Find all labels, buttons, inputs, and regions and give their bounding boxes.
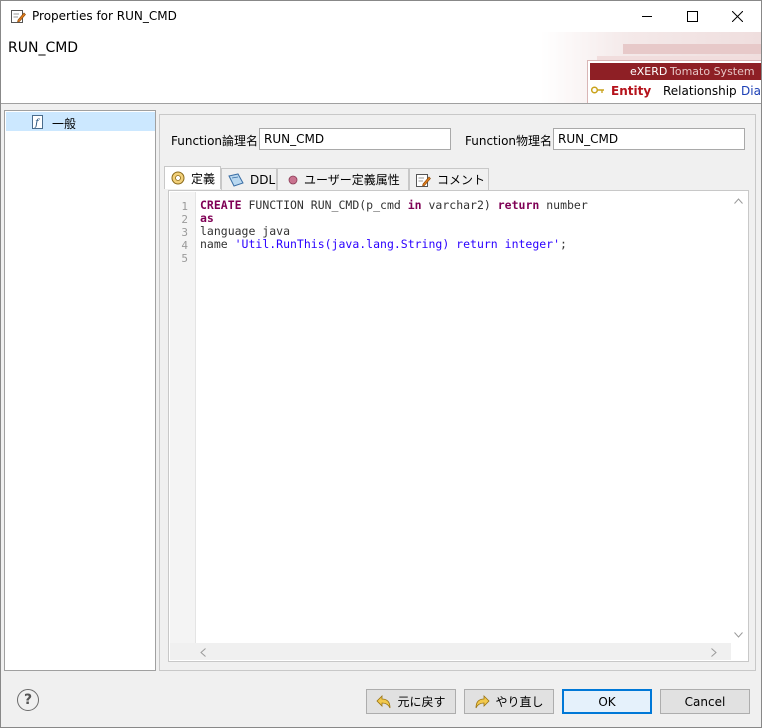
code-line: language java xyxy=(200,224,291,238)
brand-name: eXERD xyxy=(630,65,668,78)
line-number: 2 xyxy=(181,213,188,226)
code-line: name 'Util.RunThis(java.lang.String) ret… xyxy=(200,237,567,251)
help-button[interactable]: ? xyxy=(17,689,39,711)
undo-icon xyxy=(376,694,392,709)
comment-icon xyxy=(416,173,431,187)
cancel-button[interactable]: Cancel xyxy=(660,689,750,714)
line-number-gutter: 1 2 3 4 5 xyxy=(170,192,196,644)
code-line: as xyxy=(200,211,214,225)
ddl-icon xyxy=(228,172,244,187)
sql-editor[interactable]: 1 2 3 4 5 CREATE FUNCTION RUN_CMD(p_cmd … xyxy=(168,190,749,662)
tree-item-general[interactable]: f 一般 xyxy=(6,112,155,131)
minimize-icon xyxy=(642,16,652,17)
physical-name-label: Function物理名 xyxy=(465,134,553,148)
code-line: CREATE FUNCTION RUN_CMD(p_cmd in varchar… xyxy=(200,198,588,212)
banner-relationship-label: Relationship xyxy=(663,84,737,98)
category-tree: f 一般 xyxy=(4,110,156,671)
definition-icon xyxy=(171,171,185,185)
properties-dialog: Properties for RUN_CMD RUN_CMD eXERD Tom… xyxy=(0,0,762,728)
horizontal-scrollbar[interactable] xyxy=(170,643,731,660)
scroll-down-icon[interactable] xyxy=(734,632,743,638)
undo-button[interactable]: 元に戻す xyxy=(366,689,456,714)
banner-diagram-label: Diag xyxy=(741,84,761,98)
line-number: 4 xyxy=(181,239,188,252)
close-icon xyxy=(732,11,743,22)
ok-button[interactable]: OK xyxy=(562,689,652,714)
brand-subtitle: Tomato System xyxy=(670,65,755,78)
line-number: 3 xyxy=(181,226,188,239)
page-title: RUN_CMD xyxy=(8,40,79,56)
tab-user-attributes[interactable]: ユーザー定義属性 xyxy=(277,168,409,190)
minimize-button[interactable] xyxy=(625,1,670,32)
tab-label: コメント xyxy=(437,173,486,187)
undo-label: 元に戻す xyxy=(397,695,446,709)
scroll-up-icon[interactable] xyxy=(734,198,743,204)
properties-panel: Function論理名 Function物理名 定義 DDL ユーザー定義属性 xyxy=(159,114,756,671)
tree-item-label: 一般 xyxy=(52,117,77,131)
tab-comment[interactable]: コメント xyxy=(409,168,489,190)
close-button[interactable] xyxy=(715,1,760,32)
tab-label: DDL xyxy=(250,172,276,187)
line-number: 1 xyxy=(181,200,188,213)
logical-name-label: Function論理名 xyxy=(171,134,259,148)
redo-button[interactable]: やり直し xyxy=(464,689,554,714)
user-attr-icon xyxy=(288,175,298,185)
scroll-right-icon[interactable] xyxy=(711,648,717,657)
banner-decoration xyxy=(623,44,761,54)
key-icon xyxy=(591,86,604,94)
dialog-header: RUN_CMD eXERD Tomato System Entity Relat… xyxy=(1,32,761,104)
redo-icon xyxy=(474,694,491,709)
redo-label: やり直し xyxy=(495,695,544,709)
tab-label: ユーザー定義属性 xyxy=(304,173,400,187)
scroll-left-icon[interactable] xyxy=(200,648,206,657)
banner-entity-label: Entity xyxy=(611,84,652,98)
physical-name-input[interactable] xyxy=(553,128,745,150)
edit-properties-icon xyxy=(11,10,26,23)
function-icon: f xyxy=(32,115,43,129)
help-icon: ? xyxy=(23,692,33,708)
logical-name-input[interactable] xyxy=(259,128,451,150)
maximize-icon xyxy=(687,11,698,22)
vertical-scrollbar[interactable] xyxy=(730,192,747,644)
tab-definition[interactable]: 定義 xyxy=(164,166,221,189)
tab-label: 定義 xyxy=(191,171,216,186)
window-title: Properties for RUN_CMD xyxy=(32,9,177,23)
tab-ddl[interactable]: DDL xyxy=(221,168,277,190)
line-number: 5 xyxy=(181,252,188,265)
title-bar: Properties for RUN_CMD xyxy=(1,1,761,32)
maximize-button[interactable] xyxy=(670,1,715,32)
